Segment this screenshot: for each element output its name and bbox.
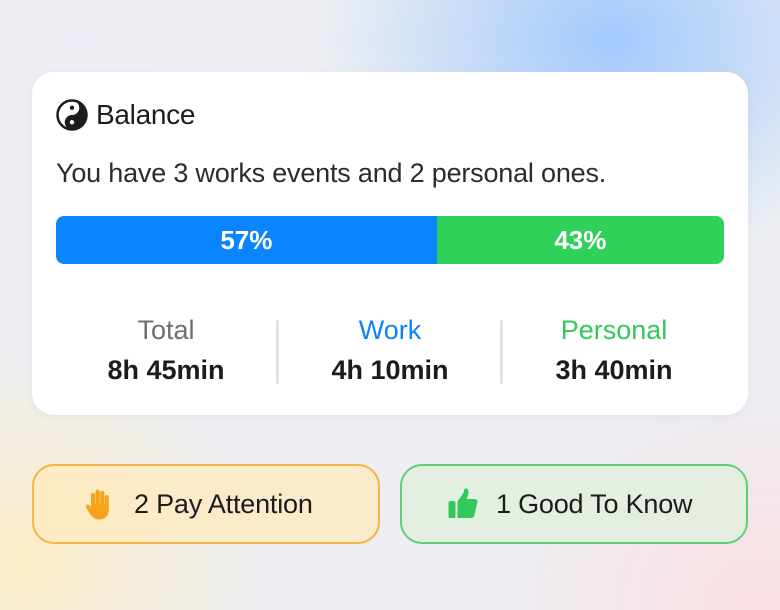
work-segment: 57% bbox=[56, 216, 437, 264]
balance-card: Balance You have 3 works events and 2 pe… bbox=[32, 72, 748, 415]
stat-label-personal: Personal bbox=[560, 315, 668, 345]
summary-text: You have 3 works events and 2 personal o… bbox=[56, 158, 607, 188]
time-stats: Total 8h 45min Work 4h 10min Personal 3h… bbox=[56, 312, 724, 385]
stat-work: Work 4h 10min bbox=[290, 312, 490, 388]
stat-divider bbox=[500, 320, 503, 384]
stat-value-personal: 3h 40min bbox=[555, 355, 673, 385]
stat-divider bbox=[276, 320, 279, 384]
stat-label-work: Work bbox=[358, 315, 422, 345]
stat-personal: Personal 3h 40min bbox=[514, 312, 714, 388]
stat-total: Total 8h 45min bbox=[66, 312, 266, 388]
stat-label-total: Total bbox=[137, 315, 195, 345]
stat-value-total: 8h 45min bbox=[107, 355, 225, 385]
card-header: Balance bbox=[56, 98, 195, 132]
good-to-know-label: 1 Good To Know bbox=[496, 488, 693, 519]
personal-segment: 43% bbox=[436, 216, 724, 264]
pay-attention-button[interactable]: 2 Pay Attention bbox=[32, 464, 380, 544]
raised-hand-icon bbox=[82, 487, 116, 521]
yin-yang-icon bbox=[56, 99, 88, 131]
work-percent-label: 57% bbox=[220, 224, 273, 255]
card-title: Balance bbox=[96, 99, 196, 130]
stat-value-work: 4h 10min bbox=[331, 355, 449, 385]
pay-attention-label: 2 Pay Attention bbox=[134, 488, 313, 519]
personal-percent-label: 43% bbox=[554, 224, 607, 255]
good-to-know-button[interactable]: 1 Good To Know bbox=[400, 464, 748, 544]
work-personal-split-bar: 57% 43% bbox=[56, 216, 724, 264]
thumbs-up-icon bbox=[446, 487, 480, 521]
